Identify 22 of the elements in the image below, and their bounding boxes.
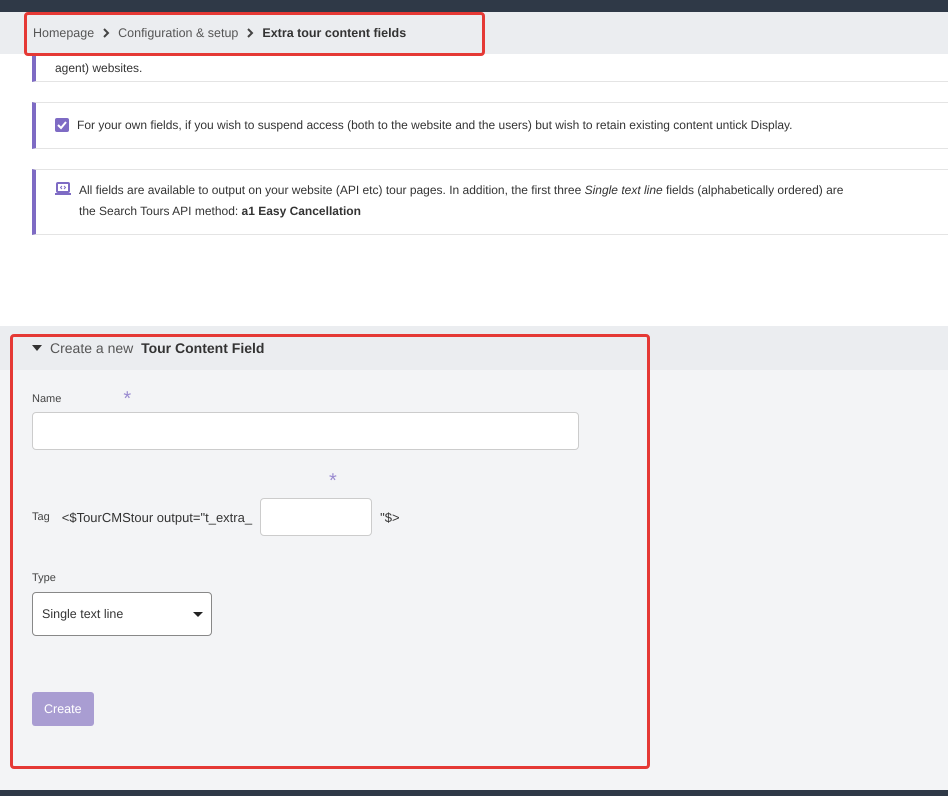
chevron-icon [246, 28, 254, 38]
field-label: Type [32, 572, 57, 584]
section-title: Create a new Tour Content Field [50, 340, 264, 356]
section-header[interactable]: Create a new Tour Content Field [0, 326, 948, 370]
notice-text: agent) websites. [55, 60, 142, 77]
breadcrumb-link[interactable]: Homepage [33, 26, 94, 40]
notice-text: For your own fields, if you wish to suspend access (both to the website and the users) but wish to retain existing content untick Display. [77, 117, 792, 134]
laptop-icon [55, 182, 71, 196]
field-label: Name [32, 393, 62, 405]
tag-suffix: "$> [380, 510, 400, 524]
name-input[interactable] [32, 412, 579, 450]
field-label: Tag [32, 511, 50, 523]
tag-prefix: <$TourCMStour output="t_extra_ [62, 510, 252, 524]
type-dropdown[interactable]: Single text line [32, 592, 212, 636]
tag-input[interactable] [260, 498, 372, 536]
caret-icon [193, 612, 203, 616]
notice-text: All fields are available to output on your website (API etc) tour pages. In addition, the first three Single text line fields (alphabetically ordered) are the Search Tours API method: a1 Easy Cancellation [79, 182, 844, 220]
required-mark: * [329, 470, 337, 492]
required-mark: * [123, 392, 132, 406]
checkbox-icon [55, 118, 69, 132]
chevron-icon [102, 28, 110, 38]
breadcrumb-link[interactable]: Configuration & setup [118, 26, 238, 40]
